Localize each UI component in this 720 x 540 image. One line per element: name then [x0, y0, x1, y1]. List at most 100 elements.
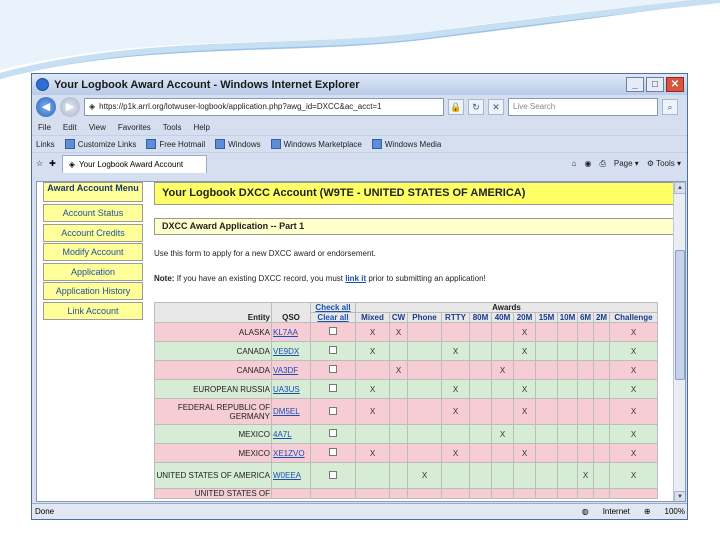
award-mark-cell	[593, 424, 610, 444]
row-checkbox-cell	[310, 424, 356, 444]
award-mark-cell: X	[513, 443, 536, 463]
refresh-icon[interactable]: ↻	[468, 99, 484, 115]
search-icon[interactable]: ⌕	[662, 99, 678, 115]
link-page-icon	[371, 139, 382, 149]
award-mark-cell	[469, 424, 492, 444]
sidebar-item-account-credits[interactable]: Account Credits	[43, 223, 143, 242]
award-mark-cell	[577, 379, 594, 399]
award-mark-cell: X	[513, 341, 536, 361]
award-column-header: 6M	[577, 312, 594, 323]
menu-tools[interactable]: Tools	[163, 123, 182, 132]
search-input[interactable]: Live Search	[508, 98, 658, 116]
scroll-up-icon[interactable]: ▲	[674, 182, 685, 194]
award-mark-cell	[491, 443, 514, 463]
award-mark-cell	[577, 341, 594, 361]
award-mark-cell: X	[609, 379, 658, 399]
minimize-button[interactable]: _	[626, 77, 644, 92]
menu-bar: File Edit View Favorites Tools Help	[32, 119, 687, 135]
row-checkbox[interactable]	[329, 327, 337, 335]
qso-link[interactable]: VE9DX	[271, 341, 311, 361]
row-checkbox[interactable]	[329, 429, 337, 437]
menu-header: Award Account Menu	[43, 182, 143, 202]
clear-all-link[interactable]: Clear all	[310, 312, 356, 323]
award-column-header: 15M	[535, 312, 558, 323]
link-windows-marketplace[interactable]: Windows Marketplace	[270, 139, 362, 149]
qso-link[interactable]: UA3US	[271, 379, 311, 399]
award-column-header: 10M	[557, 312, 578, 323]
globe-icon: ◍	[581, 507, 589, 516]
qso-link[interactable]: 4A7L	[271, 424, 311, 444]
menu-view[interactable]: View	[89, 123, 106, 132]
menu-file[interactable]: File	[38, 123, 51, 132]
menu-favorites[interactable]: Favorites	[118, 123, 151, 132]
browser-window: Your Logbook Award Account - Windows Int…	[31, 73, 688, 520]
print-icon[interactable]: ⎙	[599, 159, 605, 169]
award-mark-cell	[535, 443, 558, 463]
qso-link[interactable]: XE1ZVO	[271, 443, 311, 463]
qso-link[interactable]: VA3DF	[271, 360, 311, 380]
link-it-link[interactable]: link it	[345, 274, 366, 283]
link-windows[interactable]: Windows	[215, 139, 261, 149]
page-menu-label: Page	[613, 158, 633, 168]
award-mark-cell: X	[513, 379, 536, 399]
tools-menu[interactable]: ⚙ Tools ▾	[647, 159, 681, 169]
tab-award-account[interactable]: ◈ Your Logbook Award Account	[61, 154, 207, 173]
award-mark-cell	[557, 462, 578, 489]
link-customize-links[interactable]: Customize Links	[64, 139, 136, 149]
sidebar-item-account-status[interactable]: Account Status	[43, 204, 143, 222]
award-mark-cell: X	[355, 398, 390, 425]
ie-logo-icon	[36, 78, 49, 91]
sidebar-item-application[interactable]: Application	[43, 262, 143, 281]
back-button[interactable]: ◀	[36, 97, 56, 117]
row-checkbox[interactable]	[329, 448, 337, 456]
scroll-thumb[interactable]	[675, 250, 685, 380]
award-mark-cell	[491, 322, 514, 342]
row-checkbox[interactable]	[329, 365, 337, 373]
close-button[interactable]: ✕	[666, 77, 684, 92]
zoom-level[interactable]: 100%	[665, 507, 685, 516]
feeds-icon[interactable]: ◉	[584, 159, 591, 169]
sidebar-item-link-account[interactable]: Link Account	[43, 301, 143, 320]
entity-cell: CANADA	[154, 341, 272, 361]
title-bar: Your Logbook Award Account - Windows Int…	[32, 74, 687, 95]
row-checkbox[interactable]	[329, 346, 337, 354]
add-favorites-icon[interactable]: ✚	[49, 159, 56, 168]
award-column-header: Challenge	[609, 312, 658, 323]
award-mark-cell	[593, 360, 610, 380]
row-checkbox[interactable]	[329, 406, 337, 415]
table-row: CANADA VE9DX X X X X	[154, 341, 658, 361]
menu-help[interactable]: Help	[193, 123, 209, 132]
qso-link[interactable]: W0EEA	[271, 462, 311, 489]
home-icon[interactable]: ⌂	[572, 159, 577, 169]
qso-link[interactable]	[271, 488, 311, 499]
qso-link[interactable]: DM5EL	[271, 398, 311, 425]
menu-edit[interactable]: Edit	[63, 123, 77, 132]
table-row: FEDERAL REPUBLIC OF GERMANY DM5EL X X X X	[154, 398, 658, 425]
award-mark-cell	[557, 341, 578, 361]
vertical-scrollbar[interactable]: ▲ ▼	[673, 182, 685, 501]
stop-icon[interactable]: ✕	[488, 99, 504, 115]
entity-header: Entity	[154, 302, 272, 323]
sidebar-item-modify-account[interactable]: Modify Account	[43, 243, 143, 261]
page-menu[interactable]: Page ▾	[614, 159, 639, 169]
check-all-link[interactable]: Check all	[310, 302, 356, 313]
qso-link[interactable]: KL7AA	[271, 322, 311, 342]
favorites-star-icon[interactable]: ☆	[36, 159, 43, 168]
award-mark-cell	[535, 360, 558, 380]
link-label: Windows Media	[384, 139, 442, 149]
award-mark-cell: X	[441, 443, 470, 463]
award-mark-cell	[469, 322, 492, 342]
link-free-hotmail[interactable]: Free Hotmail	[146, 139, 205, 149]
sidebar-item-application-history[interactable]: Application History	[43, 282, 143, 300]
maximize-button[interactable]: □	[646, 77, 664, 92]
award-mark-cell	[407, 443, 442, 463]
forward-button[interactable]: ▶	[60, 97, 80, 117]
row-checkbox[interactable]	[329, 384, 337, 392]
address-bar[interactable]: ◈ https://p1k.arrl.org/lotwuser-logbook/…	[84, 98, 444, 116]
lock-icon[interactable]: 🔒	[448, 99, 464, 115]
link-windows-media[interactable]: Windows Media	[371, 139, 442, 149]
application-title: DXCC Award Application -- Part 1	[154, 218, 685, 235]
scroll-down-icon[interactable]: ▼	[674, 491, 685, 501]
row-checkbox[interactable]	[329, 470, 337, 479]
row-checkbox-cell	[310, 322, 356, 342]
